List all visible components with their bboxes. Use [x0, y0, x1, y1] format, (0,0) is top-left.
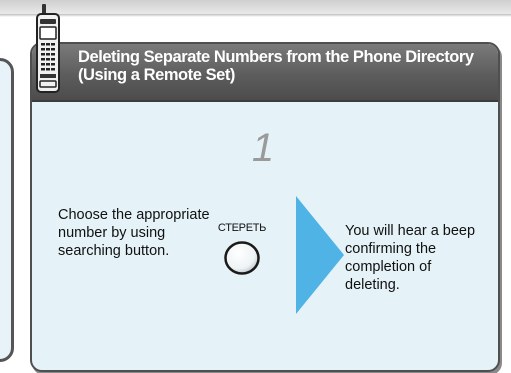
cordless-phone-icon	[36, 4, 60, 93]
step-instruction: Choose the appropriate number by using s…	[58, 207, 210, 259]
step-result: You will hear a beep confirming the comp…	[345, 223, 476, 293]
step-number: 1	[251, 126, 275, 170]
card-title: Deleting Separate Numbers from the Phone…	[78, 48, 496, 84]
top-band	[0, 0, 511, 14]
card-header: Deleting Separate Numbers from the Phone…	[32, 44, 498, 102]
arrow-right-icon	[296, 196, 344, 314]
delete-button-label: СТЕРЕТЬ	[217, 222, 267, 234]
card-title-line1: Deleting Separate Numbers from the Phone…	[78, 48, 474, 66]
card-title-line2: (Using a Remote Set)	[78, 66, 235, 84]
previous-panel-edge	[0, 58, 14, 362]
top-band-shadow	[0, 14, 511, 17]
delete-button[interactable]	[223, 240, 261, 276]
